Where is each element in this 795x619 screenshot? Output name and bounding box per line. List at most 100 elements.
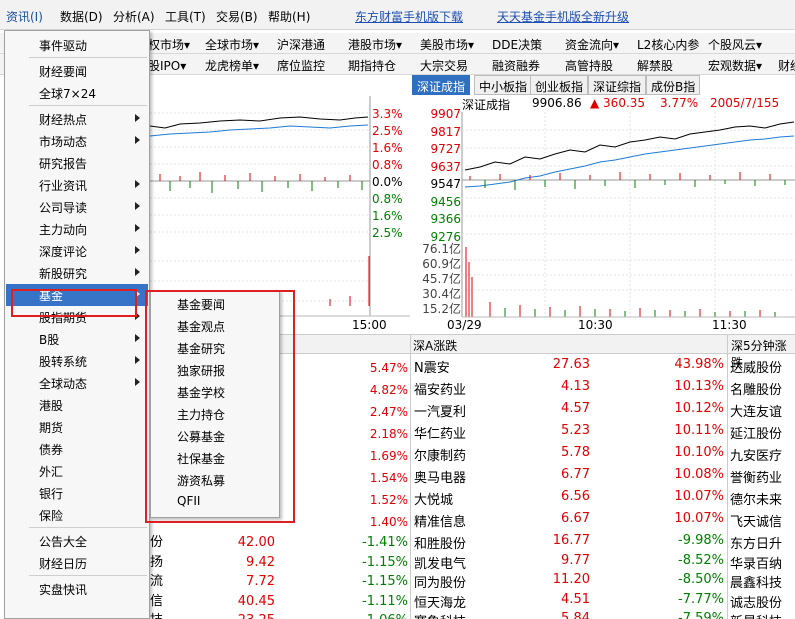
menu-item[interactable]: 债券 [6, 438, 148, 460]
menu-item[interactable]: 股转系统 [6, 350, 148, 372]
menu-item[interactable]: 期货 [6, 416, 148, 438]
nav-item[interactable]: 财经 [778, 57, 795, 74]
stock-name: 技 [150, 613, 163, 619]
menu-analysis[interactable]: 分析(A) [113, 8, 155, 25]
stock-name: 信 [150, 593, 164, 609]
tab-chinext[interactable]: 创业板指 [530, 75, 589, 95]
tab-sme[interactable]: 中小板指 [474, 75, 533, 95]
submenu-item[interactable]: 基金要闻 [152, 293, 278, 315]
pct-cell: 2.18% [369, 427, 408, 441]
submenu-item[interactable]: 独家研报 [152, 359, 278, 381]
menu-item[interactable]: 保险 [6, 504, 148, 526]
menu-info[interactable]: 资讯(I) [6, 8, 43, 25]
menu-item[interactable]: 外汇 [6, 460, 148, 482]
menu-item[interactable]: 深度评论 [6, 240, 148, 262]
table-row[interactable]: 奥马电器 6.77 10.08% 誉衡药业 [412, 467, 795, 487]
menu-item[interactable]: B股 [6, 328, 148, 350]
nav-item[interactable]: DDE决策 [492, 36, 542, 53]
nav-item[interactable]: 全球市场▾ [205, 36, 259, 53]
price-cell: 5.78 [561, 445, 590, 460]
submenu-item[interactable]: 基金学校 [152, 381, 278, 403]
nav-item[interactable]: 解禁股 [637, 57, 673, 74]
table-row[interactable]: 华仁药业 5.23 10.11% 延江股份 [412, 423, 795, 443]
table-row[interactable]: 流 7.72 -1.15% [150, 572, 410, 592]
submenu-item[interactable]: 基金观点 [152, 315, 278, 337]
nav-item[interactable]: 高管持股 [565, 57, 613, 74]
menu-item[interactable]: 全球动态 [6, 372, 148, 394]
nav-item[interactable]: 席位监控 [277, 57, 325, 74]
menu-item[interactable]: 财经热点 [6, 108, 148, 130]
nav-item[interactable]: 股IPO▾ [148, 57, 186, 74]
left-axis-labels: 3.3% 2.5% 1.6% 0.8% 0.0% 0.8% 1.6% 2.5% [372, 106, 412, 242]
pct-cell: 1.69% [369, 449, 408, 463]
submenu-item[interactable]: 基金研究 [152, 337, 278, 359]
menu-help[interactable]: 帮助(H) [268, 8, 310, 25]
menu-trade[interactable]: 交易(B) [216, 8, 258, 25]
table-row[interactable]: 扬 9.42 -1.15% [150, 553, 410, 573]
table-row[interactable]: 大悦城 6.56 10.07% 德尔未来 [412, 489, 795, 509]
menu-item[interactable]: 新股研究 [6, 262, 148, 284]
menu-separator [29, 527, 147, 528]
tab-component-b[interactable]: 成份B指 [646, 75, 701, 95]
menu-item[interactable]: 研究报告 [6, 152, 148, 174]
table-row[interactable]: 福安药业 4.13 10.13% 名雕股份 [412, 379, 795, 399]
menu-item[interactable]: 基金 [6, 284, 148, 306]
stock-name: 流 [150, 574, 164, 589]
menu-item[interactable]: 实盘快讯 [6, 578, 148, 600]
menu-data[interactable]: 数据(D) [60, 8, 103, 25]
menu-item[interactable]: 市场动态 [6, 130, 148, 152]
submenu-item[interactable]: 社保基金 [152, 447, 278, 469]
nav-item[interactable]: 沪深港通 [277, 36, 325, 53]
table-row[interactable]: 尔康制药 5.78 10.10% 九安医疗 [412, 445, 795, 465]
table-row[interactable]: N震安 27.63 43.98% 达威股份 [412, 357, 795, 377]
menu-item[interactable]: 财经要闻 [6, 60, 148, 82]
table-row[interactable]: 精准信息 6.67 10.07% 飞天诚信 [412, 511, 795, 531]
nav-item[interactable]: 美股市场▾ [420, 36, 474, 53]
menu-item-label: 深度评论 [39, 245, 88, 259]
mobile-download-link[interactable]: 东方财富手机版下载 [355, 8, 463, 25]
tab-shenzhen-component[interactable]: 深证成指 [412, 75, 471, 95]
menu-item-label: 股指期货 [39, 311, 88, 325]
table-row[interactable]: 一汽夏利 4.57 10.12% 大连友谊 [412, 401, 795, 421]
table-row[interactable]: 份 42.00 -1.41% [150, 533, 410, 553]
submenu-item[interactable]: 主力持仓 [152, 403, 278, 425]
fund-app-upgrade-link[interactable]: 天天基金手机版全新升级 [497, 8, 629, 25]
nav-item[interactable]: 融资融券 [492, 57, 540, 74]
menu-item[interactable]: 股指期货 [6, 306, 148, 328]
menu-tools[interactable]: 工具(T) [165, 8, 206, 25]
price-cell: 6.67 [561, 511, 590, 526]
price-cell: 4.51 [561, 591, 590, 607]
menu-item[interactable]: 事件驱动 [6, 34, 148, 56]
nav-item[interactable]: 权市场▾ [148, 36, 190, 53]
nav-item[interactable]: 期指持仓 [348, 57, 396, 74]
nav-item[interactable]: 港股市场▾ [348, 36, 402, 53]
stock-name: 扬 [150, 554, 164, 570]
nav-item[interactable]: 大宗交易 [420, 57, 468, 74]
menu-item[interactable]: 全球7×24 [6, 82, 148, 104]
submenu-item[interactable]: QFII [152, 491, 278, 513]
menu-item[interactable]: 银行 [6, 482, 148, 504]
menu-item[interactable]: 港股 [6, 394, 148, 416]
table-row[interactable]: 信 40.45 -1.11% [150, 592, 410, 612]
nav-item[interactable]: 个股风云▾ [708, 36, 762, 53]
menu-item-label: 银行 [39, 487, 64, 501]
table-row[interactable]: 恒天海龙 4.51 -7.77% 诚志股份 [412, 592, 795, 612]
table-row[interactable]: 和胜股份 16.77 -9.98% 东方日升 [412, 533, 795, 553]
menu-item[interactable]: 行业资讯 [6, 174, 148, 196]
submenu-item[interactable]: 公募基金 [152, 425, 278, 447]
nav-item[interactable]: 资金流向▾ [565, 36, 619, 53]
nav-item[interactable]: 宏观数据▾ [708, 57, 762, 74]
table-row[interactable]: 赛象科技 5.84 -7.59% 新晨科技 [412, 611, 795, 619]
nav-item[interactable]: L2核心内参 [637, 36, 699, 53]
nav-item[interactable]: 龙虎榜单▾ [205, 57, 259, 74]
stock-name-5min: 达威股份 [730, 361, 783, 376]
menu-item[interactable]: 财经日历 [6, 552, 148, 574]
tab-sz-composite[interactable]: 深证综指 [588, 75, 647, 95]
submenu-item[interactable]: 游资私募 [152, 469, 278, 491]
table-row[interactable]: 技 23.25 -1.06% [150, 611, 410, 619]
table-row[interactable]: 凯发电气 9.77 -8.52% 华录百纳 [412, 553, 795, 573]
menu-item[interactable]: 主力动向 [6, 218, 148, 240]
table-row[interactable]: 同为股份 11.20 -8.50% 晨鑫科技 [412, 572, 795, 592]
menu-item[interactable]: 公告大全 [6, 530, 148, 552]
menu-item[interactable]: 公司导读 [6, 196, 148, 218]
